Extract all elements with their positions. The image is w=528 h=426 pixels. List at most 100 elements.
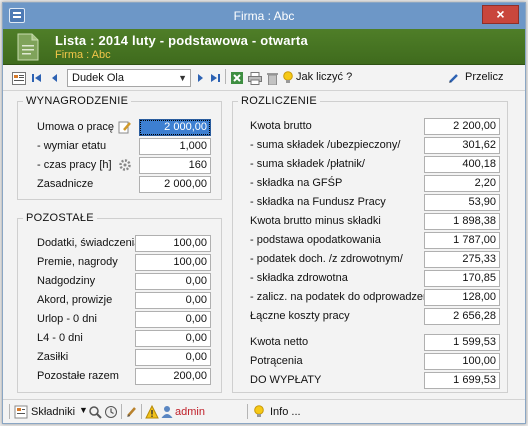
sick-leave-field[interactable]: 0,00 bbox=[135, 330, 211, 347]
row-urlop: Urlop - 0 dni 0,00 bbox=[18, 311, 221, 328]
row-label: Umowa o pracę bbox=[37, 121, 115, 133]
row-label: - składka na Fundusz Pracy bbox=[250, 196, 386, 208]
rozliczenie-title: ROZLICZENIE bbox=[238, 95, 321, 107]
delete-icon[interactable] bbox=[265, 70, 279, 86]
status-separator bbox=[247, 404, 248, 419]
payer-contrib-field[interactable]: 400,18 bbox=[424, 156, 500, 173]
employee-select[interactable]: Dudek Ola ▼ bbox=[67, 69, 191, 87]
benefits-field[interactable]: 0,00 bbox=[135, 349, 211, 366]
next-record-icon[interactable] bbox=[195, 70, 205, 86]
first-record-icon[interactable] bbox=[31, 70, 43, 86]
fte-field[interactable]: 1,000 bbox=[139, 138, 211, 155]
row-kwota-brutto: Kwota brutto 2 200,00 bbox=[233, 118, 507, 135]
row-label: Kwota brutto bbox=[250, 120, 312, 132]
row-label: Pozostałe razem bbox=[37, 370, 119, 382]
document-icon bbox=[17, 33, 39, 61]
row-label: Premie, nagrody bbox=[37, 256, 118, 268]
user-icon[interactable] bbox=[160, 405, 174, 419]
row-label: - wymiar etatu bbox=[37, 140, 107, 152]
commission-field[interactable]: 0,00 bbox=[135, 292, 211, 309]
rozliczenie-group: ROZLICZENIE Kwota brutto 2 200,00 - suma… bbox=[232, 95, 508, 393]
toolbar-separator bbox=[225, 69, 226, 84]
row-label: - składka na GFŚP bbox=[250, 177, 343, 189]
current-user: admin bbox=[175, 406, 205, 418]
contract-salary-field[interactable]: 2 000,00 bbox=[139, 119, 211, 136]
row-l4: L4 - 0 dni 0,00 bbox=[18, 330, 221, 347]
tax-advance-field[interactable]: 128,00 bbox=[424, 289, 500, 306]
print-icon[interactable] bbox=[247, 70, 263, 86]
insured-contrib-field[interactable]: 301,62 bbox=[424, 137, 500, 154]
row-label: - czas pracy [h] bbox=[37, 159, 112, 171]
base-salary-field[interactable]: 2 000,00 bbox=[139, 176, 211, 193]
gfsp-field[interactable]: 2,20 bbox=[424, 175, 500, 192]
recalculate-button[interactable]: Przelicz bbox=[465, 71, 504, 83]
row-label: Dodatki, świadczenia bbox=[37, 237, 141, 249]
search-icon[interactable] bbox=[88, 405, 102, 419]
row-do-wyplaty: DO WYPŁATY 1 699,53 bbox=[233, 372, 507, 389]
row-label: L4 - 0 dni bbox=[37, 332, 83, 344]
how-to-calculate-link[interactable]: Jak liczyć ? bbox=[296, 71, 352, 83]
row-label: Łączne koszty pracy bbox=[250, 310, 350, 322]
window-title: Firma : Abc bbox=[233, 9, 295, 23]
pozostale-group: POZOSTAŁE Dodatki, świadczenia 100,00 Pr… bbox=[17, 212, 222, 393]
row-potracenia: Potrącenia 100,00 bbox=[233, 353, 507, 370]
row-label: Akord, prowizje bbox=[37, 294, 113, 306]
row-skladki-platnik: - suma składek /płatnik/ 400,18 bbox=[233, 156, 507, 173]
row-label: Zasadnicze bbox=[37, 178, 94, 190]
labor-fund-field[interactable]: 53,90 bbox=[424, 194, 500, 211]
previous-record-icon[interactable] bbox=[49, 70, 59, 86]
row-kwota-netto: Kwota netto 1 599,53 bbox=[233, 334, 507, 351]
row-label: Zasiłki bbox=[37, 351, 69, 363]
row-fundusz-pracy: - składka na Fundusz Pracy 53,90 bbox=[233, 194, 507, 211]
wynagrodzenie-group: WYNAGRODZENIE Umowa o pracę 2 000,00 - w… bbox=[17, 95, 222, 200]
row-pozostale-razem: Pozostałe razem 200,00 bbox=[18, 368, 221, 385]
row-label: Potrącenia bbox=[250, 355, 303, 367]
edit-contract-icon[interactable] bbox=[118, 120, 132, 134]
row-label: Kwota netto bbox=[250, 336, 309, 348]
tax-base-field[interactable]: 1 787,00 bbox=[424, 232, 500, 249]
list-title: Lista : 2014 luty - podstawowa - otwarta bbox=[55, 33, 308, 48]
brush-icon[interactable] bbox=[125, 405, 139, 419]
deductions-field[interactable]: 100,00 bbox=[424, 353, 500, 370]
clock-icon[interactable] bbox=[104, 405, 118, 419]
warning-icon[interactable] bbox=[145, 405, 159, 419]
allowances-field[interactable]: 100,00 bbox=[135, 235, 211, 252]
gross-minus-contrib-field[interactable]: 1 898,38 bbox=[424, 213, 500, 230]
status-grip bbox=[9, 404, 10, 419]
wynagrodzenie-title: WYNAGRODZENIE bbox=[23, 95, 132, 107]
info-link[interactable]: Info ... bbox=[270, 406, 301, 418]
vacation-field[interactable]: 0,00 bbox=[135, 311, 211, 328]
row-brutto-minus: Kwota brutto minus składki 1 898,38 bbox=[233, 213, 507, 230]
bonuses-field[interactable]: 100,00 bbox=[135, 254, 211, 271]
row-label: - suma składek /ubezpieczony/ bbox=[250, 139, 401, 151]
excel-export-icon[interactable] bbox=[229, 70, 245, 86]
net-amount-field[interactable]: 1 599,53 bbox=[424, 334, 500, 351]
health-contrib-field[interactable]: 170,85 bbox=[424, 270, 500, 287]
row-akord: Akord, prowizje 0,00 bbox=[18, 292, 221, 309]
overtime-field[interactable]: 0,00 bbox=[135, 273, 211, 290]
components-icon[interactable] bbox=[14, 405, 28, 419]
row-zaliczka: - zalicz. na podatek do odprowadzenia 12… bbox=[233, 289, 507, 306]
components-menu[interactable]: Składniki bbox=[31, 406, 75, 418]
status-bar: Składniki ▼ admin Info ... bbox=[3, 399, 525, 423]
gross-amount-field[interactable]: 2 200,00 bbox=[424, 118, 500, 135]
work-hours-field[interactable]: 160 bbox=[139, 157, 211, 174]
card-list-icon[interactable] bbox=[11, 70, 27, 86]
employee-select-value: Dudek Ola bbox=[72, 72, 124, 84]
close-button[interactable]: × bbox=[482, 5, 519, 24]
last-record-icon[interactable] bbox=[209, 70, 221, 86]
gear-icon[interactable] bbox=[118, 158, 132, 172]
row-zdrowotna: - składka zdrowotna 170,85 bbox=[233, 270, 507, 287]
other-total-field[interactable]: 200,00 bbox=[135, 368, 211, 385]
row-label: Kwota brutto minus składki bbox=[250, 215, 381, 227]
pozostale-title: POZOSTAŁE bbox=[23, 212, 97, 224]
income-tax-field[interactable]: 275,33 bbox=[424, 251, 500, 268]
list-header: Lista : 2014 luty - podstawowa - otwarta… bbox=[3, 29, 525, 65]
payout-field[interactable]: 1 699,53 bbox=[424, 372, 500, 389]
row-gfsp: - składka na GFŚP 2,20 bbox=[233, 175, 507, 192]
title-bar[interactable]: Firma : Abc × bbox=[3, 3, 525, 29]
toolbar: Dudek Ola ▼ Jak liczyć ? Przelicz bbox=[3, 65, 525, 91]
total-cost-field[interactable]: 2 656,28 bbox=[424, 308, 500, 325]
components-dropdown-icon[interactable]: ▼ bbox=[79, 405, 88, 415]
status-separator bbox=[141, 404, 142, 419]
